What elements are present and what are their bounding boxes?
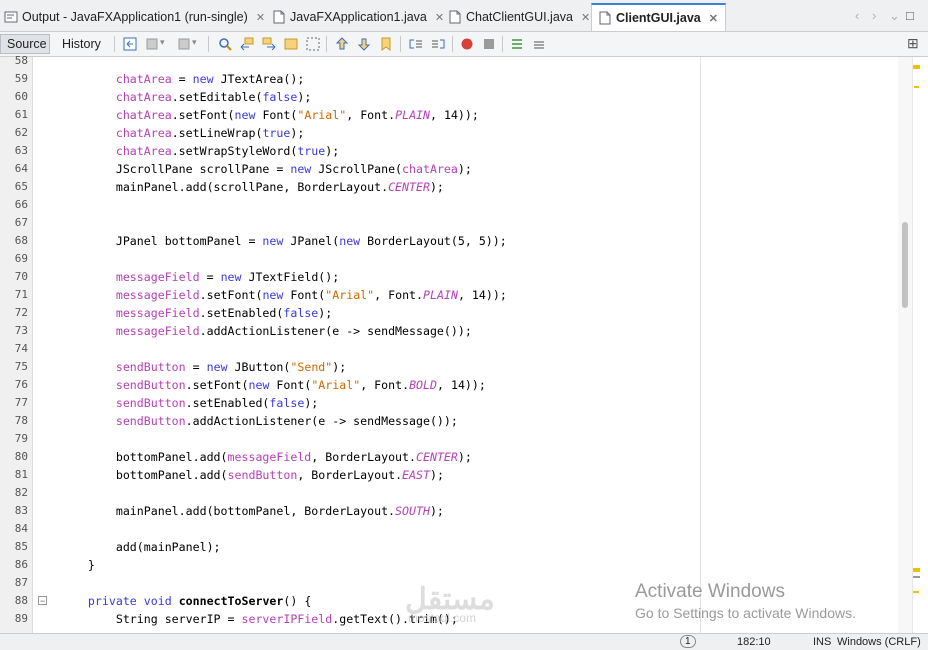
code-line[interactable]: sendButton.addActionListener(e -> sendMe…: [60, 412, 458, 430]
code-line[interactable]: JPanel bottomPanel = new JPanel(new Bord…: [60, 232, 507, 250]
shift-line-right-icon[interactable]: [431, 37, 445, 51]
find-previous-icon[interactable]: [240, 37, 254, 51]
close-icon[interactable]: ✕: [581, 11, 590, 24]
shift-line-left-icon[interactable]: [409, 37, 423, 51]
history-label: History: [62, 37, 101, 51]
java-file-icon: [273, 10, 285, 24]
chevron-down-icon[interactable]: ▾: [160, 37, 165, 48]
code-line[interactable]: messageField.setFont(new Font("Arial", F…: [60, 286, 507, 304]
code-line[interactable]: messageField = new JTextField();: [60, 268, 339, 286]
chevron-down-icon[interactable]: ▾: [192, 37, 197, 48]
show-opened-documents-icon[interactable]: ⌄: [889, 8, 900, 24]
code-line[interactable]: messageField.setEnabled(false);: [60, 304, 332, 322]
code-line[interactable]: sendButton.setEnabled(false);: [60, 394, 318, 412]
output-icon: [4, 11, 18, 23]
watermark-subtitle: Go to Settings to activate Windows.: [635, 605, 856, 621]
close-icon[interactable]: ✕: [256, 11, 265, 24]
forward-icon[interactable]: [177, 37, 191, 51]
code-line[interactable]: chatArea.setLineWrap(true);: [60, 124, 304, 142]
next-bookmark-icon[interactable]: [357, 37, 371, 51]
back-icon[interactable]: [145, 37, 159, 51]
insert-mode[interactable]: INS: [813, 636, 831, 648]
code-editor[interactable]: chatArea = new JTextArea(); chatArea.set…: [0, 57, 898, 633]
source-label: Source: [7, 37, 47, 51]
code-line[interactable]: chatArea.setWrapStyleWord(true);: [60, 142, 339, 160]
warning-marker[interactable]: [913, 591, 919, 593]
start-macro-recording-icon[interactable]: [460, 37, 474, 51]
error-stripe[interactable]: [912, 57, 928, 633]
tab-label: JavaFXApplication1.java: [290, 10, 427, 24]
editor-toolbar: Source History ▾ ▾ ⊞: [0, 32, 928, 57]
notifications-badge[interactable]: 1: [680, 635, 696, 648]
maximize-window-icon[interactable]: □: [906, 8, 914, 23]
code-line[interactable]: String serverIP = serverIPField.getText(…: [60, 610, 458, 628]
fold-collapse-icon[interactable]: −: [38, 596, 47, 606]
stop-macro-recording-icon[interactable]: [482, 37, 496, 51]
toggle-bookmark-icon[interactable]: [379, 37, 393, 51]
comment-icon[interactable]: [510, 37, 524, 51]
caret-position[interactable]: 182:10: [737, 636, 771, 648]
toolbar-separator: [400, 36, 401, 52]
previous-bookmark-icon[interactable]: [335, 37, 349, 51]
code-line[interactable]: sendButton = new JButton("Send");: [60, 358, 346, 376]
toolbar-separator: [452, 36, 453, 52]
toolbar-separator: [326, 36, 327, 52]
warning-marker[interactable]: [914, 86, 919, 88]
code-line[interactable]: sendButton.setFont(new Font("Arial", Fon…: [60, 376, 486, 394]
caret-position-marker: [913, 576, 920, 578]
tab-javafxapplication1[interactable]: JavaFXApplication1.java ✕: [272, 4, 444, 30]
tab-chatclientgui[interactable]: ChatClientGUI.java ✕: [448, 4, 590, 30]
vertical-scrollbar[interactable]: [898, 57, 912, 633]
line-endings[interactable]: Windows (CRLF): [837, 636, 921, 648]
history-button[interactable]: History: [56, 34, 107, 54]
tab-label: Output - JavaFXApplication1 (run-single): [22, 10, 248, 24]
close-icon[interactable]: ✕: [435, 11, 444, 24]
source-button[interactable]: Source: [0, 34, 50, 54]
uncomment-icon[interactable]: [532, 37, 546, 51]
toggle-highlight-icon[interactable]: [284, 37, 298, 51]
status-bar: 1 182:10 INS Windows (CRLF): [0, 633, 928, 650]
watermark-title: Activate Windows: [635, 581, 785, 602]
scroll-tabs-right-icon[interactable]: ›: [872, 8, 876, 23]
right-margin-guide: [700, 57, 701, 633]
toolbar-separator: [114, 36, 115, 52]
code-line[interactable]: JScrollPane scrollPane = new JScrollPane…: [60, 160, 472, 178]
java-file-icon: [449, 10, 461, 24]
code-line[interactable]: mainPanel.add(scrollPane, BorderLayout.C…: [60, 178, 444, 196]
code-line[interactable]: chatArea = new JTextArea();: [60, 70, 305, 88]
code-line[interactable]: bottomPanel.add(messageField, BorderLayo…: [60, 448, 472, 466]
tab-output[interactable]: Output - JavaFXApplication1 (run-single)…: [4, 4, 265, 30]
close-icon[interactable]: ✕: [709, 12, 718, 25]
split-editor-icon[interactable]: ⊞: [907, 35, 919, 52]
find-next-icon[interactable]: [262, 37, 276, 51]
warning-marker[interactable]: [913, 65, 920, 69]
code-line[interactable]: }: [60, 556, 95, 574]
activate-windows-watermark: Activate Windows Go to Settings to activ…: [635, 581, 856, 621]
toolbar-separator: [502, 36, 503, 52]
warning-marker[interactable]: [913, 568, 920, 572]
code-line[interactable]: private void connectToServer() {: [60, 592, 311, 610]
code-line[interactable]: bottomPanel.add(sendButton, BorderLayout…: [60, 466, 444, 484]
tab-label: ChatClientGUI.java: [466, 10, 573, 24]
editor-tab-bar: Output - JavaFXApplication1 (run-single)…: [0, 0, 928, 32]
java-file-icon: [599, 11, 611, 25]
find-icon[interactable]: [218, 37, 232, 51]
code-line[interactable]: chatArea.setFont(new Font("Arial", Font.…: [60, 106, 479, 124]
scrollbar-thumb[interactable]: [902, 222, 908, 308]
scroll-tabs-left-icon[interactable]: ‹: [855, 8, 859, 23]
code-line[interactable]: mainPanel.add(bottomPanel, BorderLayout.…: [60, 502, 444, 520]
last-edit-icon[interactable]: [123, 37, 137, 51]
code-line[interactable]: add(mainPanel);: [60, 538, 221, 556]
mostaql-url: mostaql.com: [408, 611, 477, 625]
code-line[interactable]: chatArea.setEditable(false);: [60, 88, 311, 106]
tab-clientgui[interactable]: ClientGUI.java ✕: [591, 3, 726, 31]
toolbar-separator: [208, 36, 209, 52]
code-line[interactable]: messageField.addActionListener(e -> send…: [60, 322, 472, 340]
tab-label: ClientGUI.java: [616, 11, 701, 25]
rectangular-selection-icon[interactable]: [306, 37, 320, 51]
